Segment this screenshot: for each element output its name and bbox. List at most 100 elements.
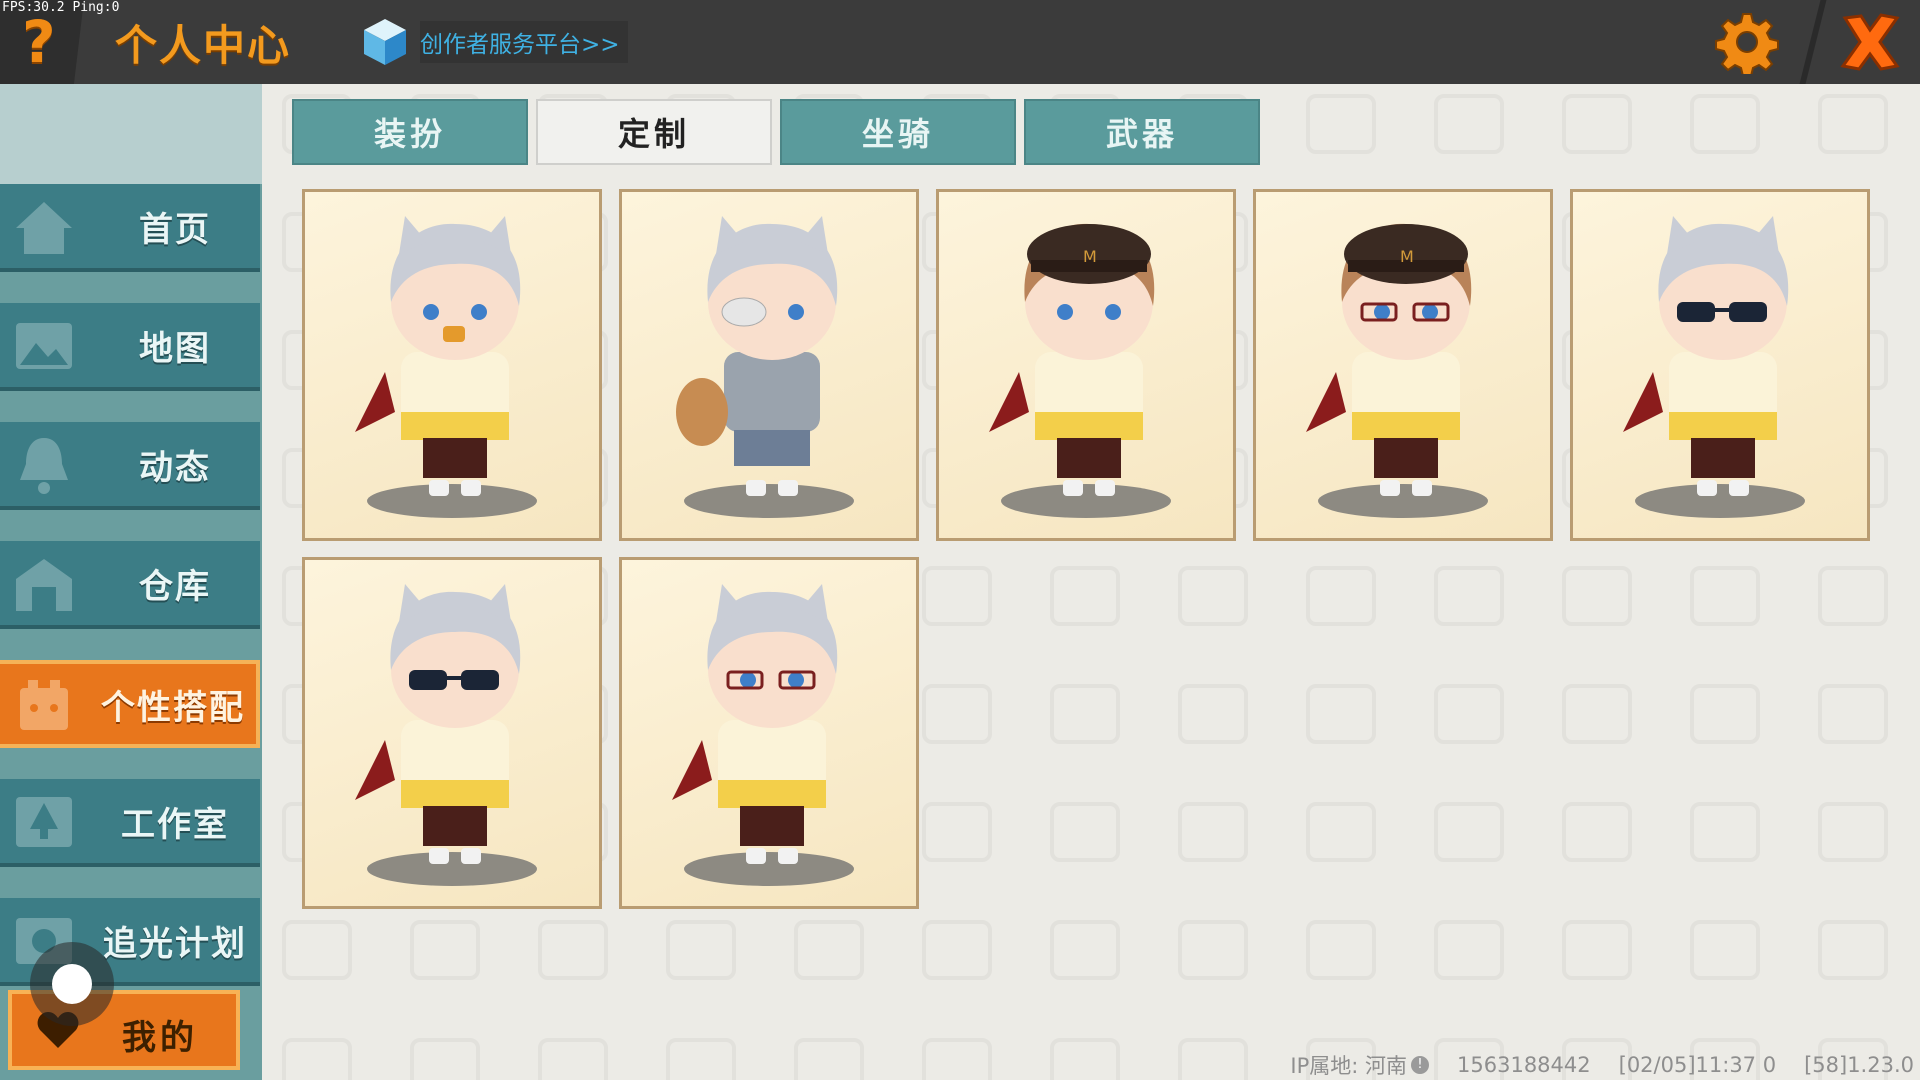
pattern-tile	[1178, 684, 1248, 744]
pattern-tile	[1050, 802, 1120, 862]
tab-weapon[interactable]: 武器	[1024, 99, 1260, 165]
main-panel: 装扮 定制 坐骑 武器 M M IP属地: 河南 ! 1563188442 [02…	[262, 84, 1920, 1080]
pattern-tile	[1434, 566, 1504, 626]
pattern-tile	[1690, 566, 1760, 626]
outfit-card[interactable]: M	[936, 189, 1236, 541]
pattern-tile	[1434, 684, 1504, 744]
pattern-tile	[282, 920, 352, 980]
house-icon	[16, 202, 72, 254]
sidebar-item-studio[interactable]: 工作室	[0, 779, 260, 867]
sidebar: 首页 地图 动态 仓库 个性搭配 工作室 追光计划	[0, 84, 262, 1080]
pattern-tile	[1306, 684, 1376, 744]
pattern-tile	[1306, 94, 1376, 154]
sidebar-item-home[interactable]: 首页	[0, 184, 260, 272]
float-ball-dot	[52, 964, 92, 1004]
pattern-tile	[1178, 802, 1248, 862]
pattern-tile	[1690, 802, 1760, 862]
sidebar-item-storage[interactable]: 仓库	[0, 541, 260, 629]
timestamp: [02/05]11:37 0	[1618, 1053, 1777, 1077]
pattern-tile	[1178, 566, 1248, 626]
sidebar-item-label: 仓库	[139, 566, 211, 607]
pattern-tile	[1818, 920, 1888, 980]
pattern-tile	[1178, 920, 1248, 980]
category-tabs: 装扮 定制 坐骑 武器	[292, 99, 1260, 165]
pattern-tile	[1050, 1038, 1120, 1080]
pattern-tile	[282, 1038, 352, 1080]
creator-link-label: 创作者服务平台>>	[420, 21, 628, 63]
avatar-figure	[355, 584, 521, 864]
picture-icon	[16, 323, 72, 369]
avatar-figure: M	[1306, 223, 1472, 496]
bell-icon	[20, 438, 68, 494]
avatar-figure	[355, 216, 521, 496]
pattern-tile	[794, 920, 864, 980]
version: [58]1.23.0	[1804, 1053, 1914, 1077]
question-icon: ?	[22, 8, 56, 76]
pattern-tile	[922, 1038, 992, 1080]
pattern-tile	[1818, 94, 1888, 154]
outfit-card[interactable]	[302, 189, 602, 541]
pattern-tile	[1562, 802, 1632, 862]
svg-text:M: M	[1083, 247, 1097, 266]
pattern-tile	[410, 1038, 480, 1080]
tab-mount[interactable]: 坐骑	[780, 99, 1016, 165]
outfit-card[interactable]	[302, 557, 602, 909]
sidebar-item-map[interactable]: 地图	[0, 303, 260, 391]
pattern-tile	[1818, 802, 1888, 862]
pattern-tile	[1818, 684, 1888, 744]
pattern-tile	[1818, 566, 1888, 626]
top-divider	[1799, 0, 1827, 84]
outfit-card[interactable]	[619, 557, 919, 909]
outfit-card[interactable]	[619, 189, 919, 541]
info-icon[interactable]: !	[1411, 1056, 1430, 1074]
pattern-tile	[410, 920, 480, 980]
pattern-tile	[794, 1038, 864, 1080]
tab-custom[interactable]: 定制	[536, 99, 772, 165]
sidebar-item-label: 首页	[139, 209, 211, 250]
pattern-tile	[666, 1038, 736, 1080]
close-button[interactable]	[1835, 10, 1905, 74]
avatar-figure: M	[989, 223, 1155, 496]
pattern-tile	[1562, 566, 1632, 626]
floating-assistant-button[interactable]	[30, 942, 114, 1026]
pattern-tile	[1690, 920, 1760, 980]
sidebar-item-feed[interactable]: 动态	[0, 422, 260, 510]
outfit-card[interactable]	[1570, 189, 1870, 541]
pattern-tile	[1050, 566, 1120, 626]
avatar-figure	[1623, 216, 1789, 496]
outfit-card[interactable]: M	[1253, 189, 1553, 541]
sidebar-item-label: 地图	[139, 328, 211, 369]
pattern-tile	[922, 566, 992, 626]
pattern-tile	[1690, 94, 1760, 154]
gear-icon	[1715, 13, 1779, 77]
tree-icon	[16, 797, 72, 847]
pattern-tile	[1178, 1038, 1248, 1080]
creator-platform-link[interactable]: 创作者服务平台>>	[362, 19, 628, 65]
pattern-tile	[1434, 920, 1504, 980]
me-label: 我的	[122, 1018, 198, 1058]
sidebar-item-label: 工作室	[121, 804, 229, 845]
footer-info: IP属地: 河南 ! 1563188442 [02/05]11:37 0 [58…	[1290, 1050, 1914, 1080]
ip-location: IP属地: 河南 !	[1290, 1050, 1430, 1080]
tab-dress-up[interactable]: 装扮	[292, 99, 528, 165]
pattern-tile	[1050, 920, 1120, 980]
top-bar: ? FPS:30.2 Ping:0 个人中心 创作者服务平台>>	[0, 0, 1920, 84]
pattern-tile	[1434, 94, 1504, 154]
sidebar-item-label: 个性搭配	[101, 687, 245, 728]
pattern-tile	[1306, 566, 1376, 626]
pattern-tile	[666, 920, 736, 980]
pattern-tile	[922, 920, 992, 980]
pattern-tile	[1434, 802, 1504, 862]
sidebar-header	[0, 84, 262, 184]
sidebar-item-style[interactable]: 个性搭配	[0, 660, 260, 748]
pattern-tile	[1306, 802, 1376, 862]
svg-text:M: M	[1400, 247, 1414, 266]
pattern-tile	[922, 684, 992, 744]
pattern-tile	[1562, 94, 1632, 154]
settings-button[interactable]	[1715, 10, 1779, 77]
pattern-tile	[1690, 684, 1760, 744]
page-title: 个人中心	[115, 21, 292, 70]
sidebar-item-label: 追光计划	[103, 923, 247, 964]
warehouse-icon	[16, 559, 72, 611]
user-id: 1563188442	[1457, 1053, 1591, 1077]
